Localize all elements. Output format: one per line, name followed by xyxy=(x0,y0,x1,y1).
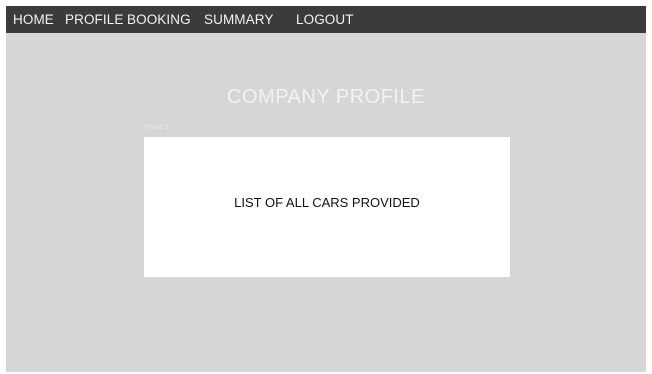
nav-home-link[interactable]: HOME xyxy=(13,6,54,33)
nav-summary-link[interactable]: SUMMARY xyxy=(204,6,273,33)
frame-label: Frame 1 xyxy=(143,124,170,131)
page-title: COMPANY PROFILE xyxy=(227,86,425,108)
top-navbar: HOME PROFILE BOOKING SUMMARY LOGOUT xyxy=(6,6,646,33)
nav-booking-link[interactable]: BOOKING xyxy=(127,6,191,33)
cars-list-text: LIST OF ALL CARS PROVIDED xyxy=(234,195,420,210)
nav-profile-link[interactable]: PROFILE xyxy=(65,6,123,33)
nav-logout-link[interactable]: LOGOUT xyxy=(296,6,354,33)
cars-list-card: LIST OF ALL CARS PROVIDED xyxy=(144,137,510,277)
